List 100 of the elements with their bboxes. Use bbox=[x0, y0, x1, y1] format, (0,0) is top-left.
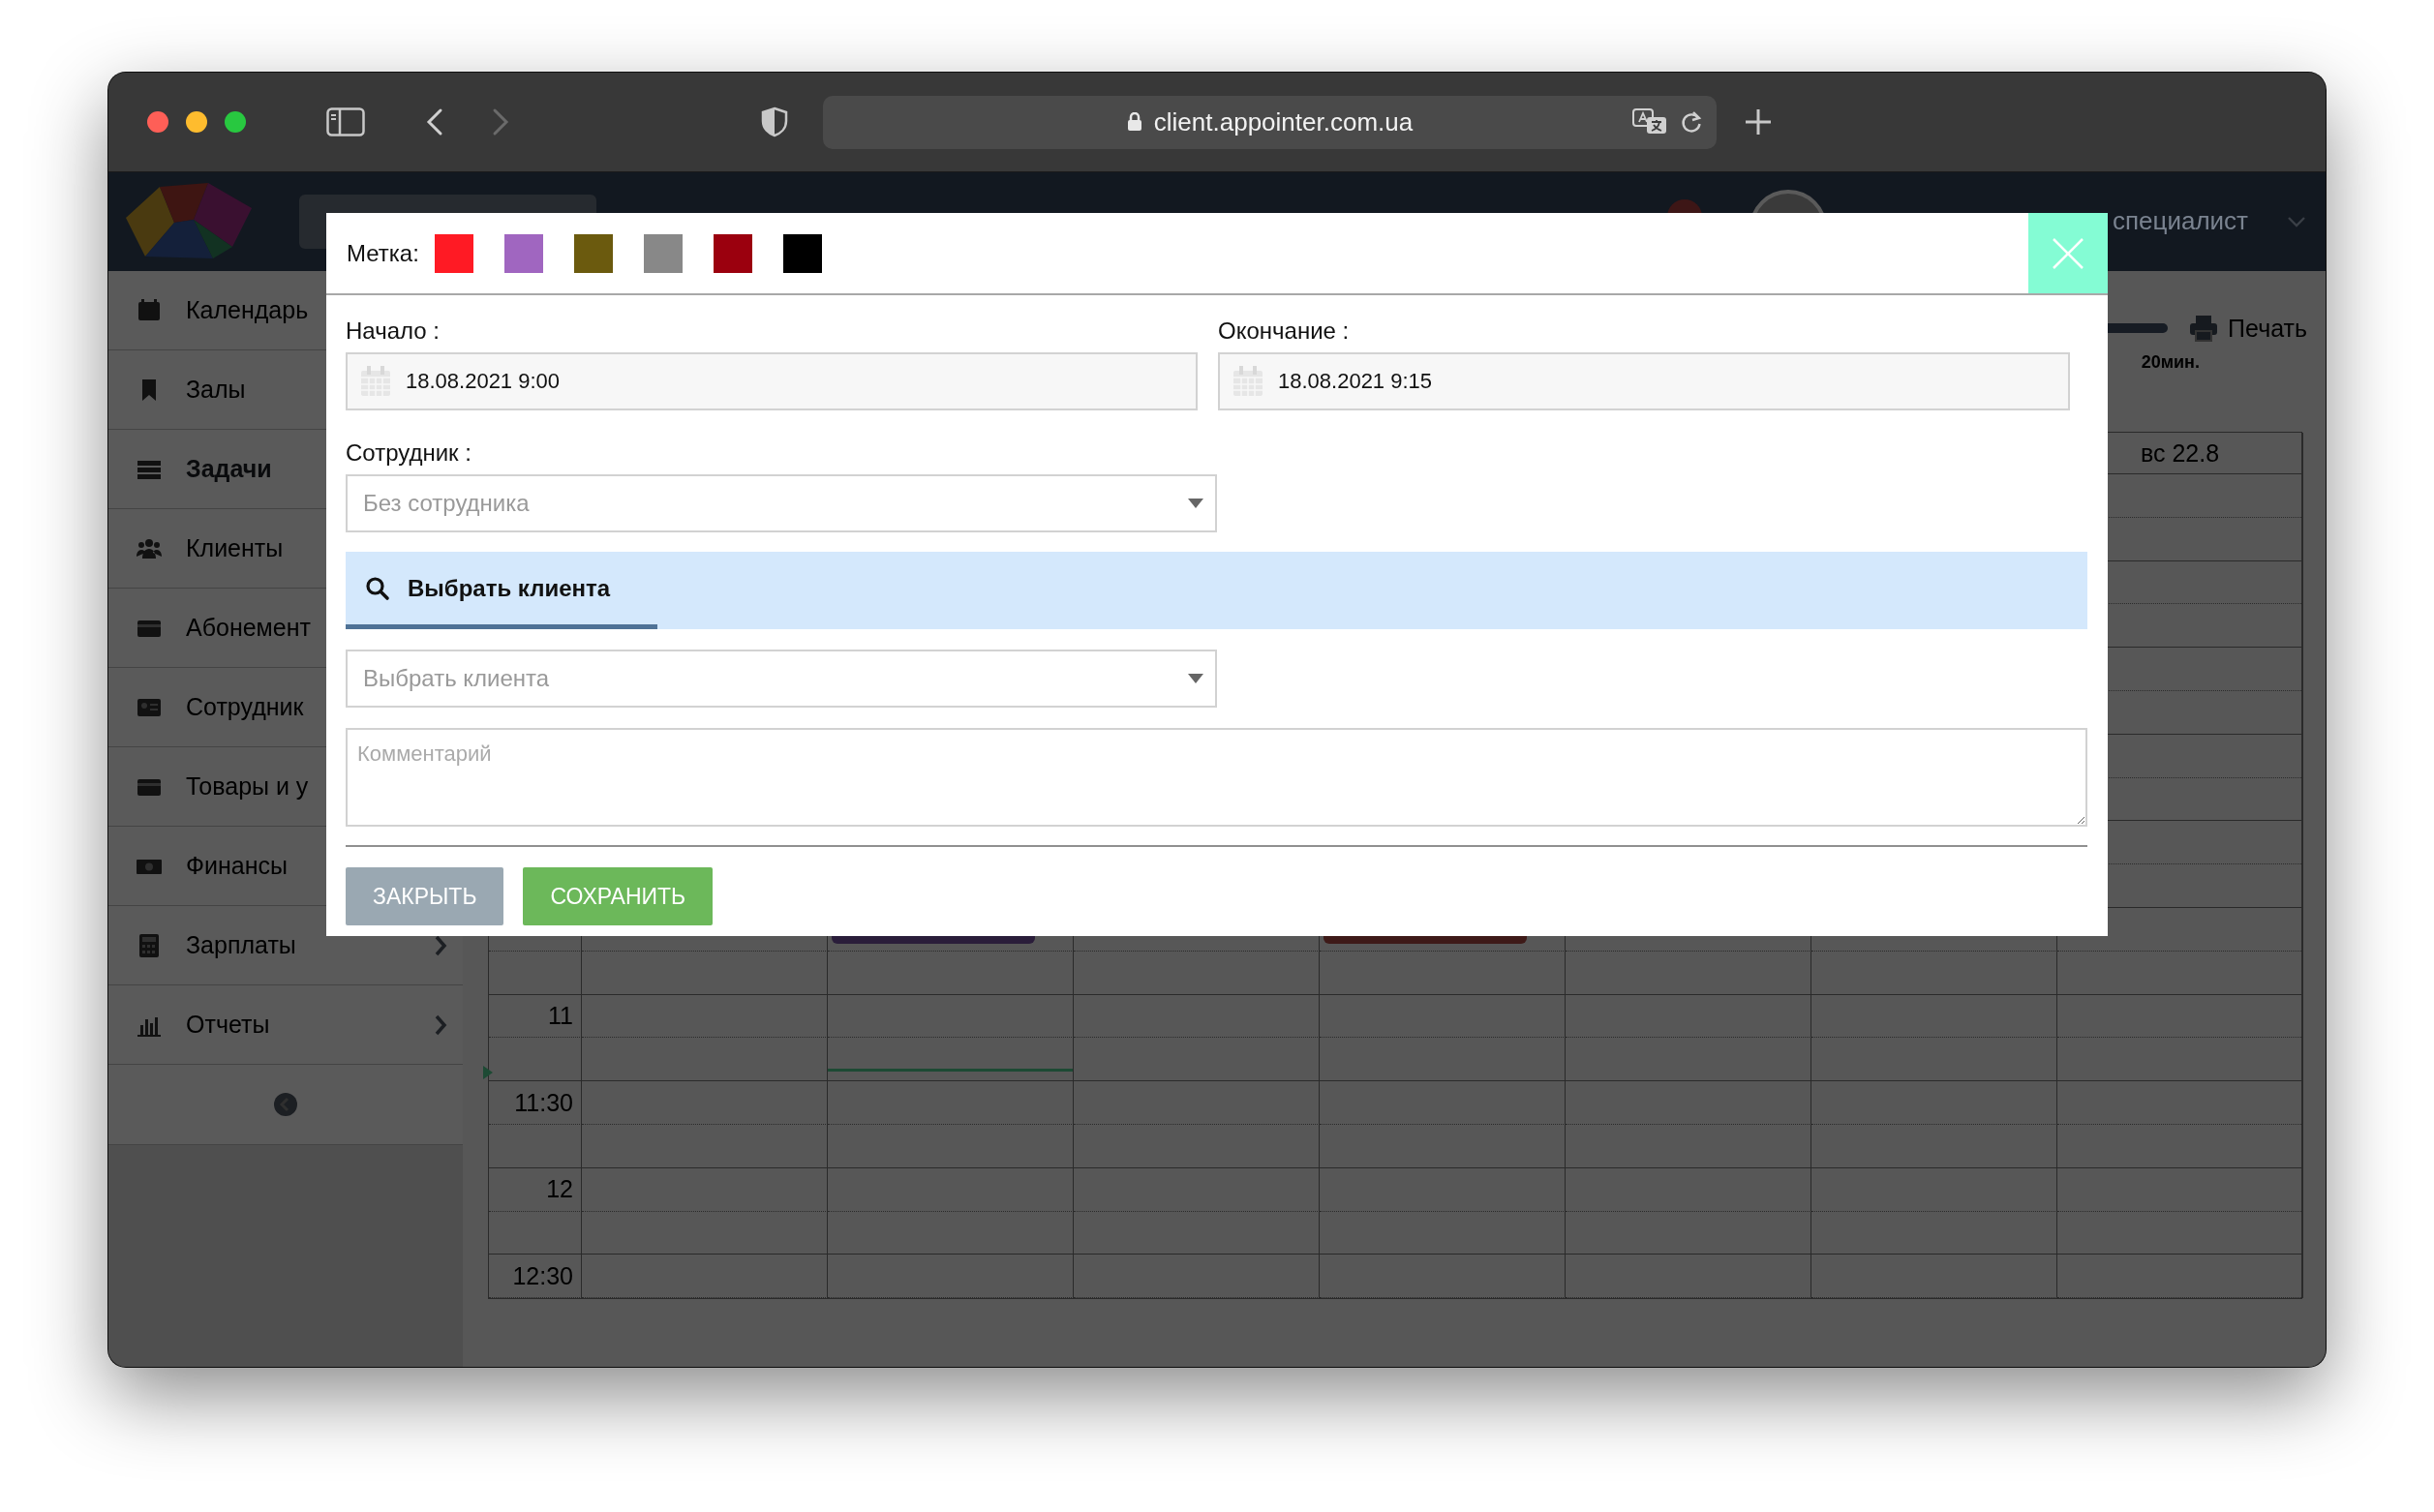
time-slot[interactable] bbox=[1074, 1211, 1320, 1255]
time-slot[interactable] bbox=[1320, 994, 1566, 1039]
time-slot[interactable] bbox=[1811, 951, 2057, 995]
time-slot[interactable] bbox=[828, 951, 1074, 995]
time-slot[interactable] bbox=[1320, 1167, 1566, 1212]
time-slot[interactable] bbox=[1566, 1124, 1811, 1168]
close-icon bbox=[2052, 236, 2084, 270]
color-swatch[interactable] bbox=[573, 233, 613, 273]
color-swatch[interactable] bbox=[503, 233, 543, 273]
employee-select[interactable]: Без сотрудника bbox=[346, 474, 1217, 532]
time-label: 11 bbox=[548, 1001, 573, 1030]
address-bar[interactable]: client.appointer.com.ua bbox=[823, 95, 1717, 149]
time-slot[interactable] bbox=[828, 1211, 1074, 1255]
time-slot[interactable] bbox=[1566, 1167, 1811, 1212]
reload-icon[interactable] bbox=[1680, 108, 1703, 135]
day-header: вс 22.8 bbox=[2140, 438, 2220, 468]
zoom-button[interactable] bbox=[225, 111, 246, 133]
time-slot[interactable] bbox=[828, 994, 1074, 1039]
time-slot[interactable] bbox=[1811, 994, 2057, 1039]
back-icon[interactable] bbox=[426, 107, 443, 136]
date-field[interactable]: 18.08.2021 9:00 bbox=[346, 352, 1198, 410]
field-label: Начало : bbox=[346, 318, 441, 345]
time-slot[interactable] bbox=[1811, 1124, 2057, 1168]
client-select[interactable]: Выбрать клиента bbox=[346, 650, 1217, 708]
tab[interactable]: Выбрать клиента bbox=[346, 552, 657, 629]
lock-icon bbox=[1126, 112, 1142, 132]
time-slot[interactable] bbox=[1566, 1038, 1811, 1082]
close-window-button[interactable] bbox=[147, 111, 168, 133]
chevron-right-icon bbox=[434, 933, 447, 957]
time-slot[interactable] bbox=[1811, 1038, 2057, 1082]
time-slot[interactable] bbox=[1320, 1255, 1566, 1299]
time-slot[interactable] bbox=[1074, 951, 1320, 995]
time-slot[interactable] bbox=[582, 1255, 828, 1299]
color-swatch[interactable] bbox=[782, 233, 822, 273]
chevron-right-icon bbox=[434, 1013, 447, 1037]
time-slot[interactable] bbox=[2057, 1167, 2303, 1212]
time-slot[interactable] bbox=[828, 1255, 1074, 1299]
close-dialog-button[interactable]: ЗАКРЫТЬ bbox=[346, 867, 504, 925]
minimize-button[interactable] bbox=[186, 111, 207, 133]
time-slot[interactable] bbox=[1811, 1211, 2057, 1255]
time-slot[interactable] bbox=[582, 1211, 828, 1255]
shield-icon[interactable] bbox=[761, 106, 788, 137]
time-slot[interactable] bbox=[1566, 1255, 1811, 1299]
color-swatch[interactable] bbox=[434, 233, 473, 273]
time-slot[interactable] bbox=[828, 1167, 1074, 1212]
user-role[interactable]: специалист bbox=[2113, 206, 2249, 236]
time-slot[interactable] bbox=[2057, 951, 2303, 995]
time-slot[interactable] bbox=[1074, 1038, 1320, 1082]
time-slot[interactable] bbox=[1566, 1211, 1811, 1255]
time-slot[interactable] bbox=[1320, 1211, 1566, 1255]
calendar-icon bbox=[1232, 365, 1264, 398]
time-slot[interactable] bbox=[2057, 1211, 2303, 1255]
color-swatch[interactable] bbox=[713, 233, 752, 273]
close-button[interactable] bbox=[2028, 213, 2108, 293]
translate-icon[interactable] bbox=[1631, 106, 1668, 136]
new-tab-icon[interactable] bbox=[1744, 107, 1773, 136]
time-slot[interactable] bbox=[828, 1124, 1074, 1168]
time-slot[interactable] bbox=[2057, 1124, 2303, 1168]
time-slot[interactable] bbox=[582, 1038, 828, 1082]
time-slot[interactable] bbox=[1566, 951, 1811, 995]
time-slot[interactable] bbox=[582, 994, 828, 1039]
time-slot[interactable] bbox=[1566, 994, 1811, 1039]
collapse-icon[interactable] bbox=[273, 1092, 298, 1117]
dropdown-arrow-icon bbox=[1188, 674, 1203, 683]
print-button[interactable]: Печать bbox=[2189, 314, 2307, 343]
time-slot[interactable] bbox=[1074, 1255, 1320, 1299]
time-slot[interactable] bbox=[2057, 1255, 2303, 1299]
time-slot[interactable] bbox=[582, 1124, 828, 1168]
time-slot[interactable] bbox=[1811, 1167, 2057, 1212]
time-slot[interactable] bbox=[828, 1038, 1074, 1082]
time-slot[interactable] bbox=[2057, 1038, 2303, 1082]
time-slot[interactable] bbox=[1320, 1038, 1566, 1082]
date-field[interactable]: 18.08.2021 9:15 bbox=[1218, 352, 2070, 410]
color-swatch[interactable] bbox=[643, 233, 683, 273]
field-label: Окончание : bbox=[1218, 318, 1351, 345]
dropdown-arrow-icon bbox=[1188, 499, 1203, 508]
time-slot[interactable] bbox=[1074, 1124, 1320, 1168]
url-text: client.appointer.com.ua bbox=[1153, 106, 1414, 137]
time-slot[interactable] bbox=[1074, 994, 1320, 1039]
sidebar-toggle-icon[interactable] bbox=[326, 107, 365, 136]
chevron-down-icon[interactable] bbox=[2287, 216, 2306, 227]
sidebar-item[interactable]: Отчеты bbox=[108, 985, 463, 1065]
time-slot[interactable] bbox=[582, 951, 828, 995]
comment-field[interactable]: Комментарий bbox=[346, 728, 2087, 827]
slot-duration: 20мин. bbox=[2141, 352, 2200, 374]
printer-icon bbox=[2189, 315, 2219, 342]
search-icon bbox=[365, 575, 390, 601]
time-slot[interactable] bbox=[1320, 951, 1566, 995]
forward-icon[interactable] bbox=[492, 107, 509, 136]
time-slot[interactable] bbox=[1074, 1167, 1320, 1212]
time-label: 12 bbox=[546, 1175, 573, 1204]
time-label: 12:30 bbox=[512, 1261, 573, 1290]
time-slot[interactable] bbox=[582, 1167, 828, 1212]
save-button[interactable]: СОХРАНИТЬ bbox=[523, 867, 714, 925]
time-label: 11:30 bbox=[514, 1088, 573, 1117]
time-slot[interactable] bbox=[1811, 1255, 2057, 1299]
time-slot[interactable] bbox=[2057, 994, 2303, 1039]
calendar-icon bbox=[359, 365, 392, 398]
time-slot[interactable] bbox=[1320, 1124, 1566, 1168]
label-title: Метка: bbox=[347, 239, 419, 267]
